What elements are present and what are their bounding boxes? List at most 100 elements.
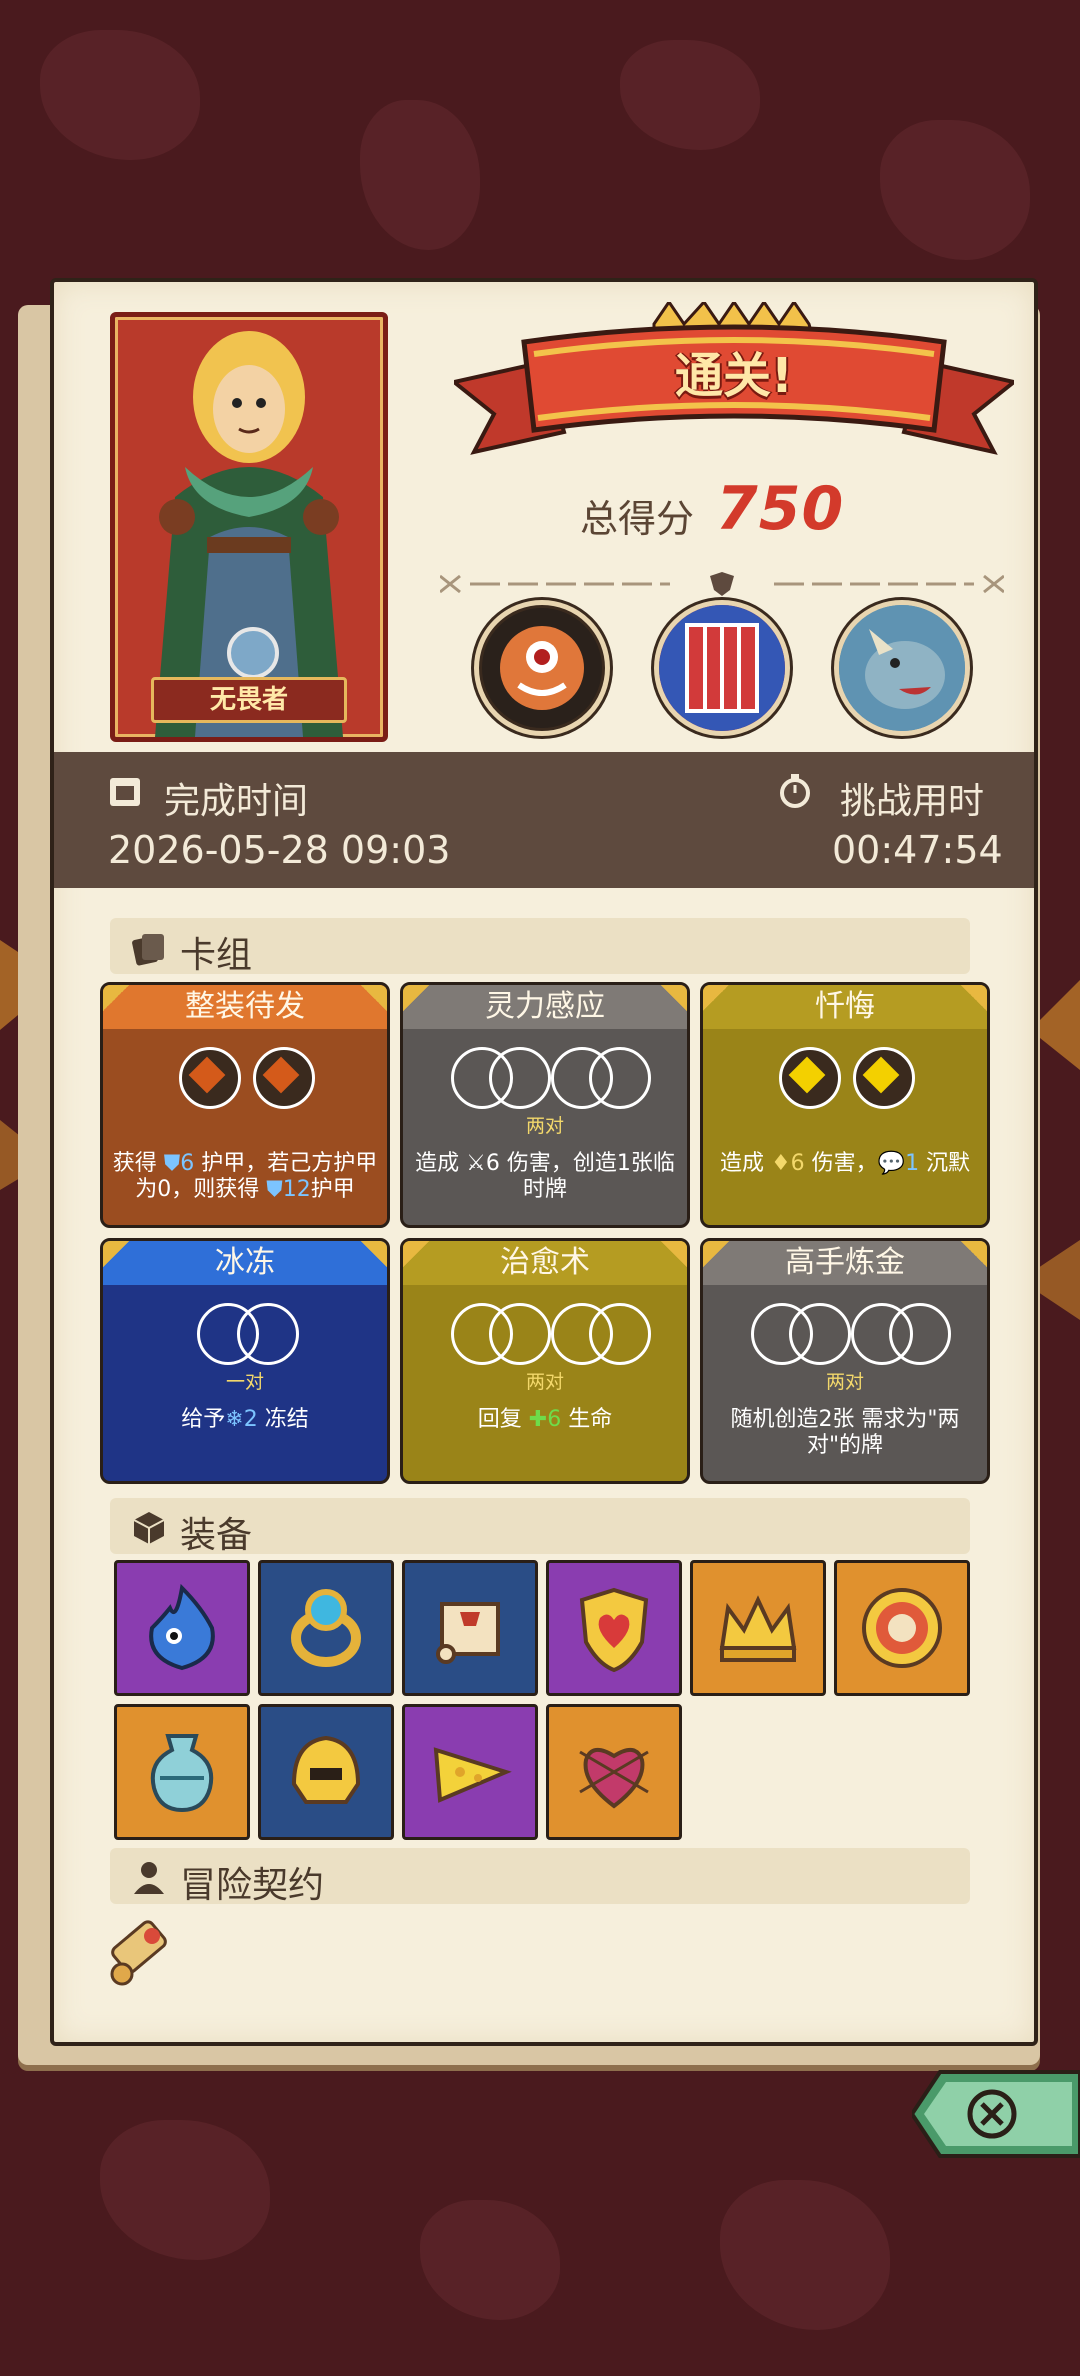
equipment-slot[interactable] bbox=[690, 1560, 826, 1696]
card-description-part: 💬1 bbox=[877, 1151, 920, 1176]
card-requirement: 两对 bbox=[525, 1371, 564, 1393]
card-description-part: 生命 bbox=[561, 1407, 613, 1432]
cyclops-boss-icon bbox=[482, 608, 602, 728]
cards-icon bbox=[132, 934, 164, 966]
card-corner bbox=[703, 1241, 729, 1267]
equipment-slot[interactable] bbox=[114, 1560, 250, 1696]
close-button[interactable] bbox=[909, 2068, 1080, 2160]
card-requirement: 两对 bbox=[525, 1115, 564, 1137]
card-description-part: 造成 bbox=[415, 1151, 467, 1176]
box-icon bbox=[133, 1512, 165, 1544]
card-corner bbox=[661, 1241, 687, 1267]
dice-slot-icon bbox=[589, 1303, 651, 1365]
card-description-part: ⛊12 bbox=[266, 1177, 311, 1202]
equipment-section-title: 装备 bbox=[180, 1515, 253, 1556]
scroll-icon bbox=[436, 1602, 500, 1664]
gold-ring-icon bbox=[291, 1589, 361, 1667]
card-requirement: 一对 bbox=[225, 1371, 264, 1393]
contract-section-title: 冒险契约 bbox=[180, 1865, 325, 1906]
card-corner bbox=[403, 1241, 429, 1267]
card-description: 给予❄2 冻结 bbox=[111, 1407, 379, 1433]
deck-card[interactable]: 高手炼金两对随机创造2张 需求为"两对"的牌 bbox=[700, 1238, 990, 1484]
equipment-slot[interactable] bbox=[546, 1560, 682, 1696]
caged-demon-boss-icon bbox=[659, 605, 785, 731]
card-corner bbox=[361, 985, 387, 1011]
dice-slot-icon bbox=[789, 1303, 851, 1365]
card-name: 灵力感应 bbox=[403, 985, 687, 1029]
card-corner bbox=[661, 985, 687, 1011]
deck-card[interactable]: 整装待发获得 ⛊6 护甲，若己方护甲为0，则获得 ⛊12护甲 bbox=[100, 982, 390, 1228]
deck-section-title: 卡组 bbox=[180, 935, 253, 976]
dice-slots bbox=[103, 1303, 387, 1373]
dice-slots bbox=[703, 1303, 987, 1373]
boss-portrait-3 bbox=[834, 600, 970, 736]
card-corner bbox=[103, 985, 129, 1011]
card-name: 整装待发 bbox=[103, 985, 387, 1029]
dice-slots bbox=[703, 1047, 987, 1117]
heart-shield-icon bbox=[579, 1587, 649, 1673]
card-description-part: 沉默 bbox=[919, 1151, 971, 1176]
dice-slot-icon bbox=[237, 1303, 299, 1365]
total-score-label: 总得分 bbox=[580, 497, 695, 541]
dice-slot-icon bbox=[253, 1047, 315, 1109]
card-corner bbox=[961, 1241, 987, 1267]
round-shield-icon bbox=[862, 1588, 942, 1668]
card-description-part: 获得 bbox=[112, 1151, 164, 1176]
deck-card[interactable]: 灵力感应两对造成 ⚔6 伤害，创造1张临时牌 bbox=[400, 982, 690, 1228]
card-name: 冰冻 bbox=[103, 1241, 387, 1285]
dice-slot-icon bbox=[489, 1303, 551, 1365]
equipment-slot[interactable] bbox=[402, 1704, 538, 1840]
time-bar: 完成时间 2026-05-28 09:03 挑战用时 00:47:54 bbox=[54, 752, 1034, 888]
contract-scroll-icon[interactable] bbox=[100, 1916, 178, 1994]
card-name: 忏悔 bbox=[703, 985, 987, 1029]
dice-slot-icon bbox=[779, 1047, 841, 1109]
hero-name: 无畏者 bbox=[151, 677, 347, 723]
card-corner bbox=[103, 1241, 129, 1267]
dice-slots bbox=[403, 1303, 687, 1373]
card-corner bbox=[961, 985, 987, 1011]
victory-title: 通关! bbox=[675, 348, 793, 404]
dice-slot-icon bbox=[889, 1303, 951, 1365]
card-description-part: 造成 bbox=[719, 1151, 771, 1176]
card-description-part: ⚔6 bbox=[466, 1151, 500, 1176]
card-description: 造成 ♦6 伤害，💬1 沉默 bbox=[711, 1151, 979, 1177]
golden-helmet-icon bbox=[291, 1735, 361, 1804]
deck-card[interactable]: 忏悔造成 ♦6 伤害，💬1 沉默 bbox=[700, 982, 990, 1228]
card-description-part: ⛊6 bbox=[163, 1151, 195, 1176]
equipment-slot[interactable] bbox=[834, 1560, 970, 1696]
card-description-part: 伤害，创造1张临时牌 bbox=[499, 1151, 675, 1202]
card-description-part: 护甲 bbox=[310, 1177, 355, 1202]
crown-icon bbox=[719, 1595, 797, 1662]
stopwatch-icon bbox=[780, 774, 810, 808]
person-icon bbox=[134, 1862, 164, 1894]
equipment-slot[interactable] bbox=[258, 1704, 394, 1840]
equipment-slot[interactable] bbox=[546, 1704, 682, 1840]
boss-portrait-2 bbox=[654, 600, 790, 736]
card-description-part: 给予 bbox=[181, 1407, 226, 1432]
total-score-value: 750 bbox=[716, 474, 845, 544]
dice-slots bbox=[403, 1047, 687, 1117]
card-requirement: 两对 bbox=[825, 1371, 864, 1393]
card-description: 回复 ✚6 生命 bbox=[411, 1407, 679, 1433]
deck-card[interactable]: 冰冻一对给予❄2 冻结 bbox=[100, 1238, 390, 1484]
dice-slot-icon bbox=[179, 1047, 241, 1109]
finish-time-value: 2026-05-28 09:03 bbox=[108, 828, 451, 872]
card-corner bbox=[361, 1241, 387, 1267]
equipment-slot[interactable] bbox=[402, 1560, 538, 1696]
rank-medal-icon bbox=[227, 627, 279, 679]
duration-value: 00:47:54 bbox=[832, 828, 1003, 872]
card-corner bbox=[703, 985, 729, 1011]
boss-portrait-1 bbox=[474, 600, 610, 736]
card-description-part: ✚6 bbox=[528, 1407, 562, 1432]
card-description: 获得 ⛊6 护甲，若己方护甲为0，则获得 ⛊12护甲 bbox=[111, 1151, 379, 1203]
card-corner bbox=[403, 985, 429, 1011]
result-panel: 无畏者 通关! 总得分 750 完成时间 2026-05-28 09:03 挑战… bbox=[50, 278, 1038, 2046]
card-description: 随机创造2张 需求为"两对"的牌 bbox=[711, 1407, 979, 1459]
cheese-wedge-icon bbox=[433, 1747, 512, 1803]
equipment-slot[interactable] bbox=[258, 1560, 394, 1696]
equipment-slot[interactable] bbox=[114, 1704, 250, 1840]
dice-slots bbox=[103, 1047, 387, 1117]
card-name: 高手炼金 bbox=[703, 1241, 987, 1285]
deck-card[interactable]: 治愈术 两对 回复 ✚6 生命 bbox=[400, 1238, 690, 1484]
card-description-part: ♦6 bbox=[770, 1151, 805, 1176]
